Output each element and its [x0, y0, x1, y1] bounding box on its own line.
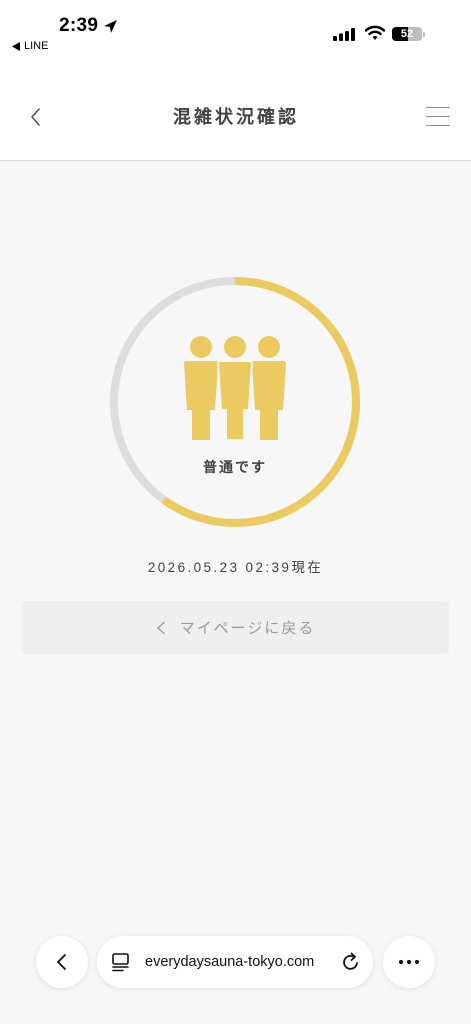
- hamburger-menu-icon[interactable]: [424, 104, 452, 130]
- chevron-left-icon: [31, 108, 40, 126]
- browser-back-button[interactable]: [36, 936, 88, 988]
- menu-line: [426, 125, 450, 127]
- signal-icon: [333, 28, 355, 41]
- location-arrow-icon: [104, 20, 117, 33]
- address-bar[interactable]: everydaysauna-tokyo.com: [97, 936, 373, 988]
- updated-timestamp: 2026.05.23 02:39現在: [147, 560, 324, 575]
- top-bar: 2:39 LINE 52 混雑状況確認: [0, 0, 471, 161]
- person-icon: [216, 336, 254, 441]
- page-menu-icon[interactable]: [111, 952, 131, 972]
- header-back-button[interactable]: [26, 106, 46, 128]
- battery-icon: 52: [392, 27, 422, 41]
- back-to-mypage-button[interactable]: マイページに戻る: [22, 601, 449, 654]
- person-icon: [184, 336, 218, 440]
- menu-line: [426, 116, 450, 118]
- wifi-icon: [365, 25, 385, 40]
- page-title: 混雑状況確認: [173, 107, 299, 127]
- screen: 2:39 LINE 52 混雑状況確認 普通です 2026.05.23 02:3…: [0, 0, 471, 1024]
- browser-back-icon: [57, 954, 66, 970]
- status-time: 2:39: [59, 15, 99, 36]
- battery-nub: [423, 32, 425, 37]
- more-button[interactable]: [383, 936, 435, 988]
- more-icon: [398, 959, 420, 965]
- back-app-label: LINE: [24, 40, 49, 52]
- back-to-app-link[interactable]: LINE: [12, 40, 48, 53]
- back-triangle-icon: [12, 42, 20, 51]
- back-to-mypage-label: マイページに戻る: [179, 620, 316, 637]
- reload-icon[interactable]: [340, 951, 362, 973]
- menu-line: [426, 107, 450, 109]
- crowd-gauge: [110, 277, 360, 527]
- person-icon: [252, 336, 286, 440]
- url-text: everydaysauna-tokyo.com: [145, 954, 315, 970]
- battery-level: 52: [400, 28, 414, 40]
- people-icon: [184, 336, 286, 441]
- chevron-left-icon: [156, 621, 165, 634]
- crowd-status-label: 普通です: [203, 459, 267, 475]
